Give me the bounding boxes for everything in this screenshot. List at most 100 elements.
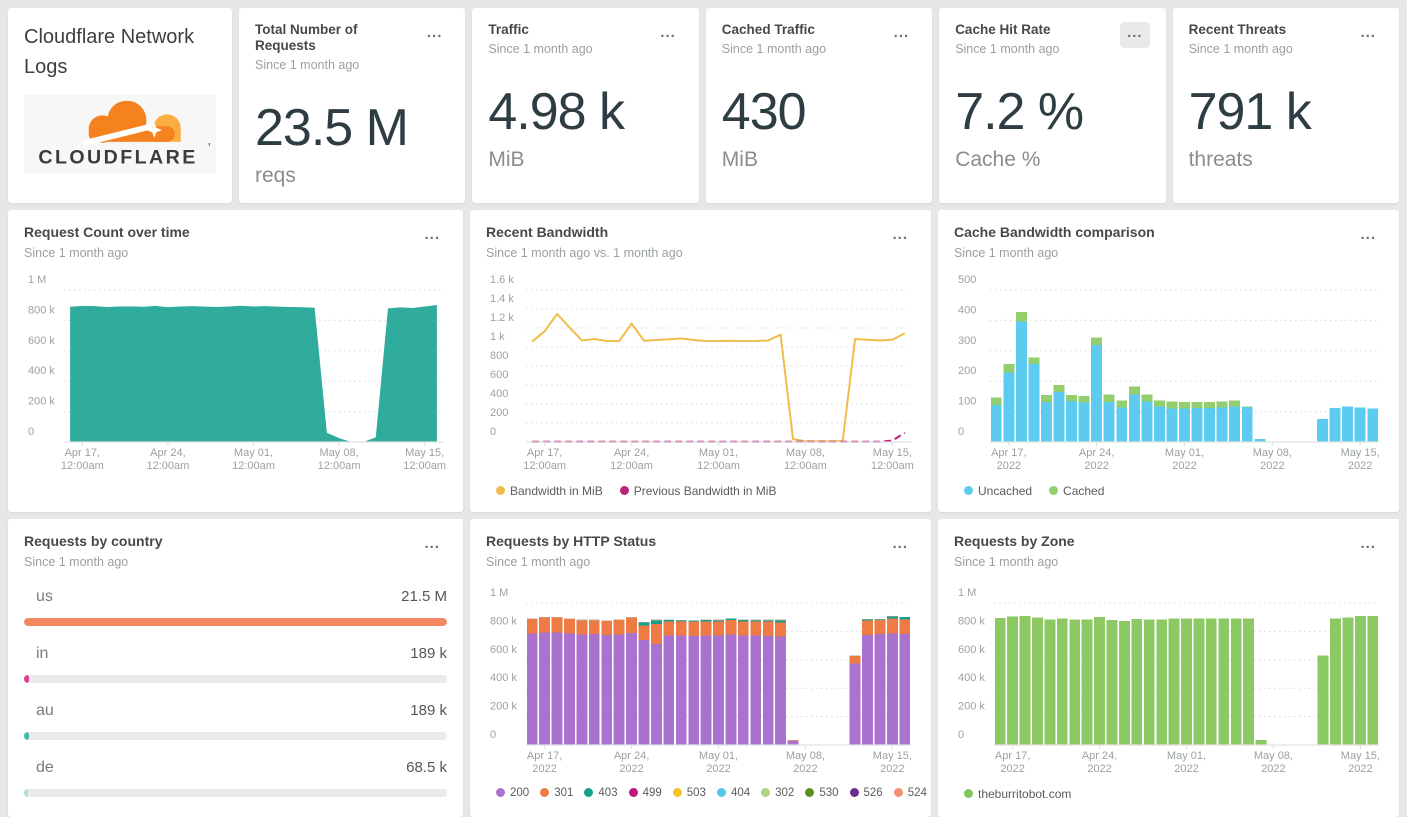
panel-menu-button[interactable]: ... xyxy=(885,224,915,250)
svg-text:May 15,: May 15, xyxy=(1341,447,1380,459)
svg-text:May 01,: May 01, xyxy=(1167,750,1206,762)
svg-text:2022: 2022 xyxy=(1260,460,1284,472)
cache-bandwidth-chart[interactable]: 5004003002001000Apr 17,2022Apr 24,2022Ma… xyxy=(954,268,1383,478)
panel-menu-button[interactable]: ... xyxy=(653,22,683,48)
request-count-chart[interactable]: 1 M800 k600 k400 k200 k0Apr 17,12:00amAp… xyxy=(24,268,447,478)
panel-menu-button[interactable]: ... xyxy=(1353,533,1383,559)
cache-bandwidth-legend: Uncached Cached xyxy=(954,484,1383,498)
svg-text:2022: 2022 xyxy=(1348,763,1372,775)
svg-text:2022: 2022 xyxy=(1348,460,1372,472)
panel-menu-button[interactable]: ... xyxy=(1120,22,1150,48)
svg-text:May 08,: May 08, xyxy=(1253,447,1292,459)
svg-text:12:00am: 12:00am xyxy=(871,460,914,472)
stat-title: Traffic xyxy=(488,22,529,37)
cloudflare-logo: CLOUDFLARE ' xyxy=(24,95,216,173)
svg-text:12:00am: 12:00am xyxy=(61,460,104,472)
panel-menu-button[interactable]: ... xyxy=(1353,22,1383,48)
dashboard-title: Cloudflare Network Logs xyxy=(24,26,195,78)
http-status-chart[interactable]: 1 M800 k600 k400 k200 k0Apr 17,2022Apr 2… xyxy=(486,581,915,781)
legend-dot-icon xyxy=(496,486,505,495)
svg-text:2022: 2022 xyxy=(1174,763,1198,775)
legend-item[interactable]: 499 xyxy=(628,787,662,799)
legend-item[interactable]: Cached xyxy=(1049,484,1104,498)
country-bar[interactable] xyxy=(24,788,447,797)
svg-text:Apr 24,: Apr 24, xyxy=(1079,447,1114,459)
legend-item[interactable]: 403 xyxy=(584,787,618,799)
svg-text:12:00am: 12:00am xyxy=(523,460,566,472)
stat-value: 4.98 k xyxy=(488,83,625,142)
panel-title: Requests by Zone xyxy=(954,533,1075,549)
legend-dot-icon xyxy=(619,486,629,495)
panel-subtitle: Since 1 month ago vs. 1 month ago xyxy=(486,245,683,260)
country-bar[interactable] xyxy=(24,674,447,683)
stat-card-total-requests: Total Number of Requests Since 1 month a… xyxy=(239,8,466,203)
country-bar[interactable] xyxy=(24,617,447,626)
panel-request-count: Request Count over time Since 1 month ag… xyxy=(8,210,463,512)
country-bar-fill xyxy=(24,788,28,797)
http-status-legend: 200 301 403 499 503 404 302 530 526 524 xyxy=(486,787,927,799)
country-row-in: in 189 k xyxy=(24,645,447,683)
stat-unit: MiB xyxy=(721,148,758,172)
svg-text:200 k: 200 k xyxy=(28,395,55,407)
legend-item[interactable]: 503 xyxy=(672,787,706,799)
svg-text:1.4 k: 1.4 k xyxy=(490,293,514,305)
stat-subtitle: Since 1 month ago xyxy=(955,42,1060,57)
legend-item[interactable]: 526 xyxy=(849,787,883,799)
country-bar-fill xyxy=(24,731,30,740)
stat-subtitle: Since 1 month ago xyxy=(488,42,593,57)
legend-item[interactable]: 301 xyxy=(540,787,573,799)
legend-item[interactable]: theburritobot.com xyxy=(964,787,1071,801)
legend-item[interactable]: Previous Bandwidth in MiB xyxy=(619,484,776,498)
panel-menu-button[interactable]: ... xyxy=(885,533,915,559)
svg-text:12:00am: 12:00am xyxy=(784,460,827,472)
svg-text:12:00am: 12:00am xyxy=(403,460,446,472)
stat-card-cached-traffic: Cached Traffic Since 1 month ago ... 430… xyxy=(705,8,933,203)
dashboard: Cloudflare Network Logs CLOUDFLARE ' Tot… xyxy=(8,8,1399,817)
legend-item[interactable]: 302 xyxy=(761,787,794,799)
panel-menu-button[interactable]: ... xyxy=(887,22,917,48)
svg-text:100: 100 xyxy=(958,395,976,407)
country-value: 189 k xyxy=(410,701,447,719)
svg-text:400: 400 xyxy=(958,304,976,316)
svg-text:1.2 k: 1.2 k xyxy=(490,312,514,324)
svg-text:May 01,: May 01, xyxy=(234,447,273,459)
svg-text:May 01,: May 01, xyxy=(1165,447,1204,459)
svg-text:2022: 2022 xyxy=(997,460,1021,472)
legend-item[interactable]: 530 xyxy=(805,787,839,799)
legend-item[interactable]: Uncached xyxy=(964,484,1032,498)
panel-menu-button[interactable]: ... xyxy=(417,224,447,250)
country-code: us xyxy=(36,587,53,605)
svg-text:0: 0 xyxy=(490,729,496,741)
zone-chart[interactable]: 1 M800 k600 k400 k200 k0Apr 17,2022Apr 2… xyxy=(954,581,1383,781)
country-value: 21.5 M xyxy=(401,587,447,605)
panel-menu-button[interactable]: ... xyxy=(420,22,450,48)
svg-text:500: 500 xyxy=(958,274,976,286)
recent-bandwidth-chart[interactable]: 1.6 k1.4 k1.2 k1 k8006004002000Apr 17,12… xyxy=(486,268,915,478)
legend-item[interactable]: 524 xyxy=(893,787,927,799)
country-bar-fill xyxy=(24,617,447,626)
legend-dot-icon xyxy=(964,486,973,495)
zone-legend: theburritobot.com xyxy=(954,787,1383,801)
panel-menu-button[interactable]: ... xyxy=(1353,224,1383,250)
legend-item[interactable]: 200 xyxy=(496,787,529,799)
cloudflare-logo-image: CLOUDFLARE ' xyxy=(38,100,210,168)
legend-dot-icon xyxy=(761,788,771,797)
legend-dot-icon xyxy=(893,788,903,797)
country-bar[interactable] xyxy=(24,731,447,740)
panel-menu-button[interactable]: ... xyxy=(417,533,447,559)
stat-unit: threats xyxy=(1188,148,1253,172)
panel-title: Recent Bandwidth xyxy=(486,224,609,240)
legend-item[interactable]: Bandwidth in MiB xyxy=(496,484,603,498)
stat-title: Cache Hit Rate xyxy=(955,22,1051,37)
stat-title: Total Number of Requests xyxy=(255,22,358,54)
country-value: 189 k xyxy=(410,644,447,662)
legend-item[interactable]: 404 xyxy=(716,787,750,799)
stat-card-recent-threats: Recent Threats Since 1 month ago ... 791… xyxy=(1172,8,1399,203)
svg-text:2022: 2022 xyxy=(1172,460,1196,472)
legend-dot-icon xyxy=(849,788,859,797)
svg-text:Apr 17,: Apr 17, xyxy=(995,750,1030,762)
svg-text:May 01,: May 01, xyxy=(699,750,738,762)
stat-value: 23.5 M xyxy=(255,99,409,158)
svg-text:800 k: 800 k xyxy=(28,304,55,316)
panel-requests-by-country: Requests by country Since 1 month ago ..… xyxy=(8,519,463,817)
